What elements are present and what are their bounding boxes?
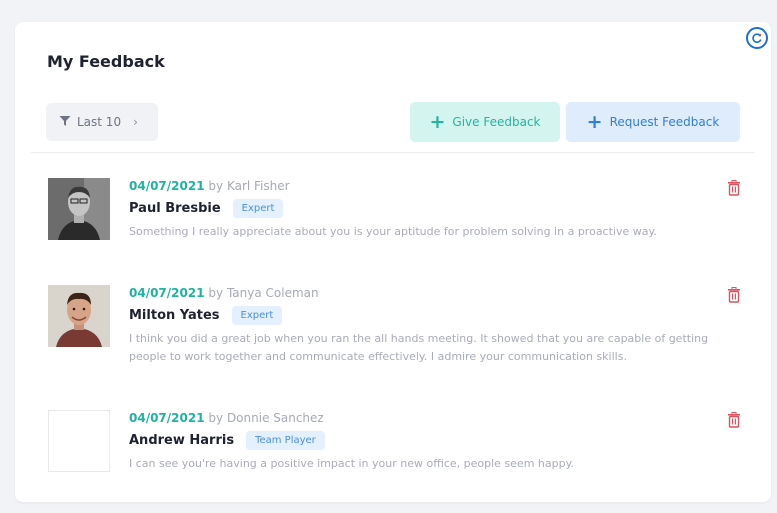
filter-label: Last 10 xyxy=(77,115,122,129)
card-title: My Feedback xyxy=(47,52,165,71)
feedback-author: Donnie Sanchez xyxy=(226,411,324,425)
feedback-author: Karl Fisher xyxy=(226,179,290,193)
feedback-meta: 04/07/2021 by Karl Fisher xyxy=(129,178,741,194)
trash-icon[interactable] xyxy=(727,412,741,428)
avatar xyxy=(48,410,110,472)
recipient-name: Milton Yates xyxy=(129,308,220,323)
my-feedback-card: My Feedback Last 10 › + Give Feedback + … xyxy=(15,22,771,502)
feedback-item: 04/07/2021 by Karl Fisher Paul Bresbie E… xyxy=(48,178,748,258)
feedback-item: 04/07/2021 by Donnie Sanchez Andrew Harr… xyxy=(48,410,748,480)
filter-icon xyxy=(59,115,71,130)
feedback-author: Tanya Coleman xyxy=(226,286,319,300)
by-label: by xyxy=(208,179,224,193)
trash-icon[interactable] xyxy=(727,287,741,303)
by-label: by xyxy=(208,286,224,300)
feedback-date: 04/07/2021 xyxy=(129,179,205,193)
refresh-icon[interactable] xyxy=(746,27,768,49)
divider xyxy=(31,152,755,153)
feedback-meta: 04/07/2021 by Tanya Coleman xyxy=(129,285,741,301)
request-feedback-button[interactable]: + Request Feedback xyxy=(566,102,740,142)
feedback-text: I think you did a great job when you ran… xyxy=(129,332,709,363)
avatar xyxy=(48,285,110,347)
filter-last-10-button[interactable]: Last 10 › xyxy=(46,103,158,141)
tag-badge: Team Player xyxy=(246,431,325,450)
plus-icon: + xyxy=(429,110,446,133)
give-feedback-label: Give Feedback xyxy=(452,115,541,129)
tag-badge: Expert xyxy=(231,306,283,325)
feedback-text: Something I really appreciate about you … xyxy=(129,225,657,238)
feedback-date: 04/07/2021 xyxy=(129,411,205,425)
feedback-meta: 04/07/2021 by Donnie Sanchez xyxy=(129,410,741,426)
feedback-date: 04/07/2021 xyxy=(129,286,205,300)
request-feedback-label: Request Feedback xyxy=(609,115,720,129)
chevron-right-icon: › xyxy=(133,115,138,129)
recipient-name: Andrew Harris xyxy=(129,433,235,448)
feedback-text: I can see you're having a positive impac… xyxy=(129,457,575,470)
avatar xyxy=(48,178,110,240)
trash-icon[interactable] xyxy=(727,180,741,196)
plus-icon: + xyxy=(586,110,603,133)
feedback-item: 04/07/2021 by Tanya Coleman Milton Yates… xyxy=(48,285,748,385)
by-label: by xyxy=(208,411,224,425)
recipient-name: Paul Bresbie xyxy=(129,201,221,216)
tag-badge: Expert xyxy=(232,199,284,218)
give-feedback-button[interactable]: + Give Feedback xyxy=(410,102,560,142)
